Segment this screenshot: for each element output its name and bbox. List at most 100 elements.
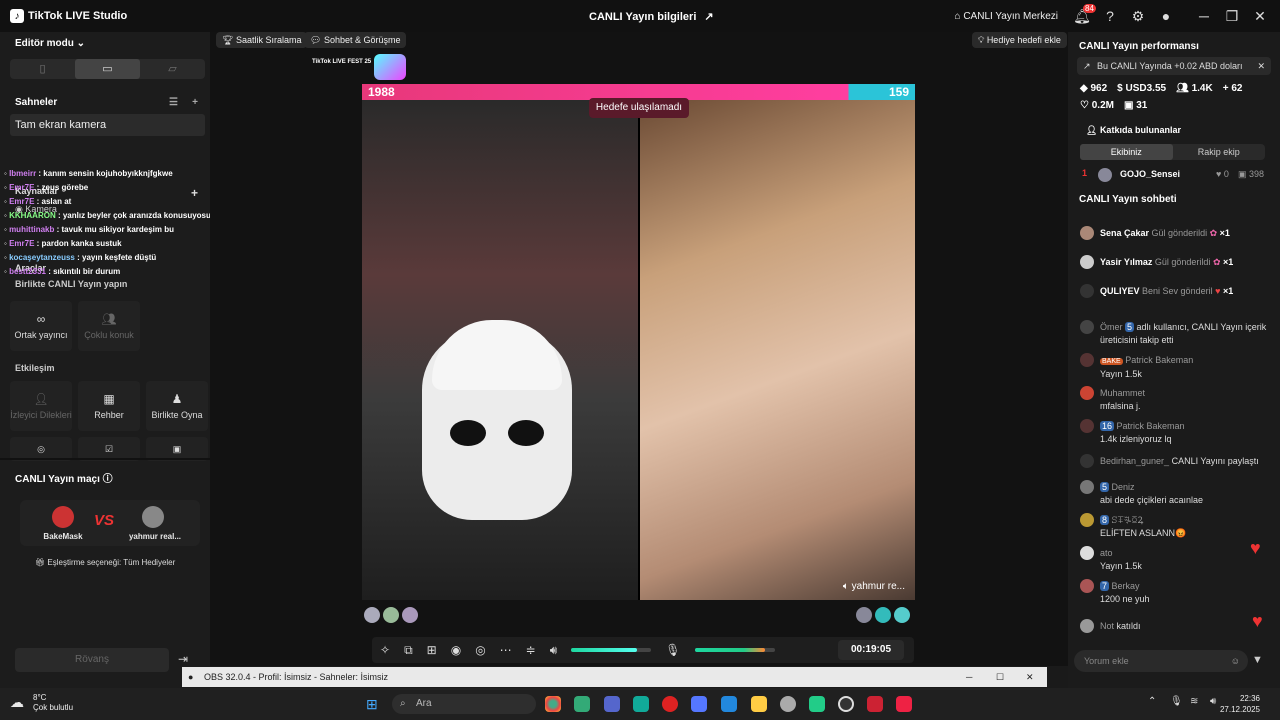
gift-count: ×1	[1222, 286, 1234, 296]
earnings-notice: ↗ Bu CANLI Yayında +0.02 ABD doları ✕	[1077, 57, 1271, 75]
close-button[interactable]: ✕	[1246, 8, 1274, 25]
help-icon[interactable]: ?	[1096, 8, 1124, 24]
edge-icon[interactable]	[633, 696, 649, 712]
filter-icon[interactable]: ▼	[1252, 654, 1263, 666]
volume-icon[interactable]: 🔊︎	[550, 643, 558, 658]
interaction-title: Etkileşim	[15, 363, 55, 373]
rematch-button[interactable]: Rövanş	[15, 648, 169, 672]
comment-input[interactable]: Yorum ekle ☺	[1074, 650, 1248, 672]
obs-minimize-button[interactable]: ─	[966, 667, 972, 687]
play-together-button[interactable]: ♟ Birlikte Oyna	[146, 381, 208, 431]
list-icon[interactable]: ☰	[169, 97, 178, 108]
weather-icon[interactable]: ☁	[10, 694, 24, 711]
gear-icon[interactable]: ⚙	[1124, 8, 1152, 25]
heart-gift-icon: ♥	[1215, 286, 1221, 296]
game-icon: ♟	[171, 392, 183, 406]
player2-avatar	[142, 506, 164, 528]
more-icon[interactable]: ⋯	[500, 643, 512, 657]
rank-number: 1	[1082, 168, 1088, 178]
portrait-mode-button[interactable]: ▯	[10, 59, 75, 79]
mic-slider[interactable]	[694, 648, 775, 652]
chat-call-chip[interactable]: 💬︎ Sohbet & Görüşme	[304, 32, 407, 48]
match-option-label: Eşleştirme seçeneği: Tüm Hediyeler	[47, 558, 176, 567]
guide-button[interactable]: ▦ Rehber	[78, 381, 140, 431]
screenshot-icon[interactable]: ◎	[475, 643, 485, 657]
gifters-value: 31	[1136, 100, 1148, 111]
discord-icon[interactable]	[691, 696, 707, 712]
youtube-icon[interactable]	[867, 696, 883, 712]
close-icon[interactable]: ✕	[1257, 57, 1265, 75]
obs-maximize-button[interactable]: ☐	[996, 667, 1004, 687]
landscape-mode-button[interactable]: ▭	[75, 59, 140, 79]
weather-widget[interactable]: 8°C Çok bulutlu	[33, 693, 73, 713]
hourly-ranking-chip[interactable]: 🏆︎ Saatlik Sıralama	[216, 32, 308, 48]
exit-icon[interactable]: ⇥	[178, 652, 188, 666]
gift-goal-chip[interactable]: 💡︎ Hediye hedefi ekle	[972, 32, 1067, 48]
store-icon[interactable]	[574, 696, 590, 712]
magic-icon[interactable]: ✧	[380, 643, 390, 657]
editor-mode-dropdown[interactable]: Editör modu ⌄	[15, 38, 210, 49]
stats-row-2: ♡ 0.2M ▣ 31	[1080, 100, 1280, 111]
contributors-button[interactable]: 👤︎ Katkıda bulunanlar	[1086, 125, 1280, 136]
mail-icon[interactable]	[721, 696, 737, 712]
supporter-avatar	[402, 607, 418, 623]
live-center-button[interactable]: ⌂ CANLI Yayın Merkezi	[955, 11, 1059, 22]
clock[interactable]: 22:36 27.12.2025	[1220, 693, 1260, 715]
chrome-icon[interactable]	[545, 696, 561, 712]
maximize-button[interactable]: ❐	[1218, 8, 1246, 25]
scenes-header: Sahneler ☰ +	[15, 97, 200, 108]
clock-time: 22:36	[1239, 694, 1260, 703]
emoji-icon[interactable]: ☺	[1231, 650, 1240, 672]
avatar	[1080, 353, 1094, 367]
chat-title: CANLI Yayın sohbeti	[1079, 194, 1177, 205]
multi-guest-button[interactable]: 👥︎ Çoklu konuk	[78, 301, 140, 351]
cohost-label: Ortak yayıncı	[14, 330, 68, 340]
info-icon[interactable]: ⓘ	[103, 474, 113, 485]
teams-icon[interactable]	[604, 696, 620, 712]
obs-close-button[interactable]: ✕	[1026, 667, 1034, 687]
layout-icon[interactable]: ⧉	[404, 643, 413, 658]
taskbar-search[interactable]: ⌕ Ara	[392, 694, 536, 714]
tray-chevron-icon[interactable]: ⌃	[1148, 696, 1156, 707]
folder-icon[interactable]	[751, 696, 767, 712]
tiktok-taskbar-icon[interactable]	[896, 696, 912, 712]
microphone-icon[interactable]: 🎙︎	[665, 643, 680, 657]
viewer-requests-button[interactable]: 👤︎ İzleyici Dilekleri	[10, 381, 72, 431]
record-icon[interactable]: ◉	[451, 643, 461, 657]
app-icon[interactable]	[809, 696, 825, 712]
add-widget-icon[interactable]: ⊞	[427, 643, 437, 657]
avatar	[1080, 619, 1094, 633]
chrome-profile-icon[interactable]	[780, 696, 796, 712]
scene-item[interactable]: Tam ekran kamera	[10, 114, 205, 136]
new-followers-value: 62	[1231, 83, 1243, 94]
obs-window-bar[interactable]: ● OBS 32.0.4 - Profil: İsimsiz - Sahnele…	[182, 667, 1047, 687]
avatar[interactable]: ●	[1152, 8, 1180, 24]
gift-user: Sena Çakar	[1100, 228, 1150, 238]
live-timer: 00:19:05	[838, 640, 904, 660]
live-info-button[interactable]: CANLI Yayın bilgileri ↗	[589, 10, 714, 24]
cohost-button[interactable]: ∞ Ortak yayıncı	[10, 301, 72, 351]
supporter-avatar	[875, 607, 891, 623]
volume-tray-icon[interactable]: 🔊︎	[1210, 696, 1216, 707]
gift-user: QULIYEV	[1100, 286, 1140, 296]
opera-icon[interactable]	[662, 696, 678, 712]
tab-opponent-team[interactable]: Rakip ekip	[1173, 144, 1266, 160]
tab-your-team[interactable]: Ekibiniz	[1080, 144, 1173, 160]
volume-slider[interactable]	[571, 648, 652, 652]
gift-goal-label: Hediye hedefi ekle	[986, 35, 1061, 45]
overlay-text: kanım sensin kojuhobyıkknjfgkwe	[43, 169, 173, 178]
together-title: Birlikte CANLI Yayın yapın	[15, 279, 128, 289]
minimize-button[interactable]: ─	[1190, 8, 1218, 24]
obs-taskbar-icon[interactable]	[838, 696, 854, 712]
avatar	[1080, 546, 1094, 560]
dual-mode-button[interactable]: ▱	[140, 59, 205, 79]
performance-title: CANLI Yayın performansı	[1079, 41, 1199, 52]
mic-tray-icon[interactable]: 🎙︎	[1170, 696, 1183, 707]
chat-user: ato	[1100, 548, 1113, 558]
mask-eye	[450, 420, 486, 446]
wifi-icon[interactable]: ≋	[1190, 696, 1198, 707]
notification-button[interactable]: 🔔︎ 84	[1068, 3, 1096, 25]
add-scene-icon[interactable]: +	[192, 97, 198, 108]
settings-sliders-icon[interactable]: ≑	[526, 643, 536, 657]
windows-start-icon[interactable]: ⊞	[366, 696, 378, 713]
